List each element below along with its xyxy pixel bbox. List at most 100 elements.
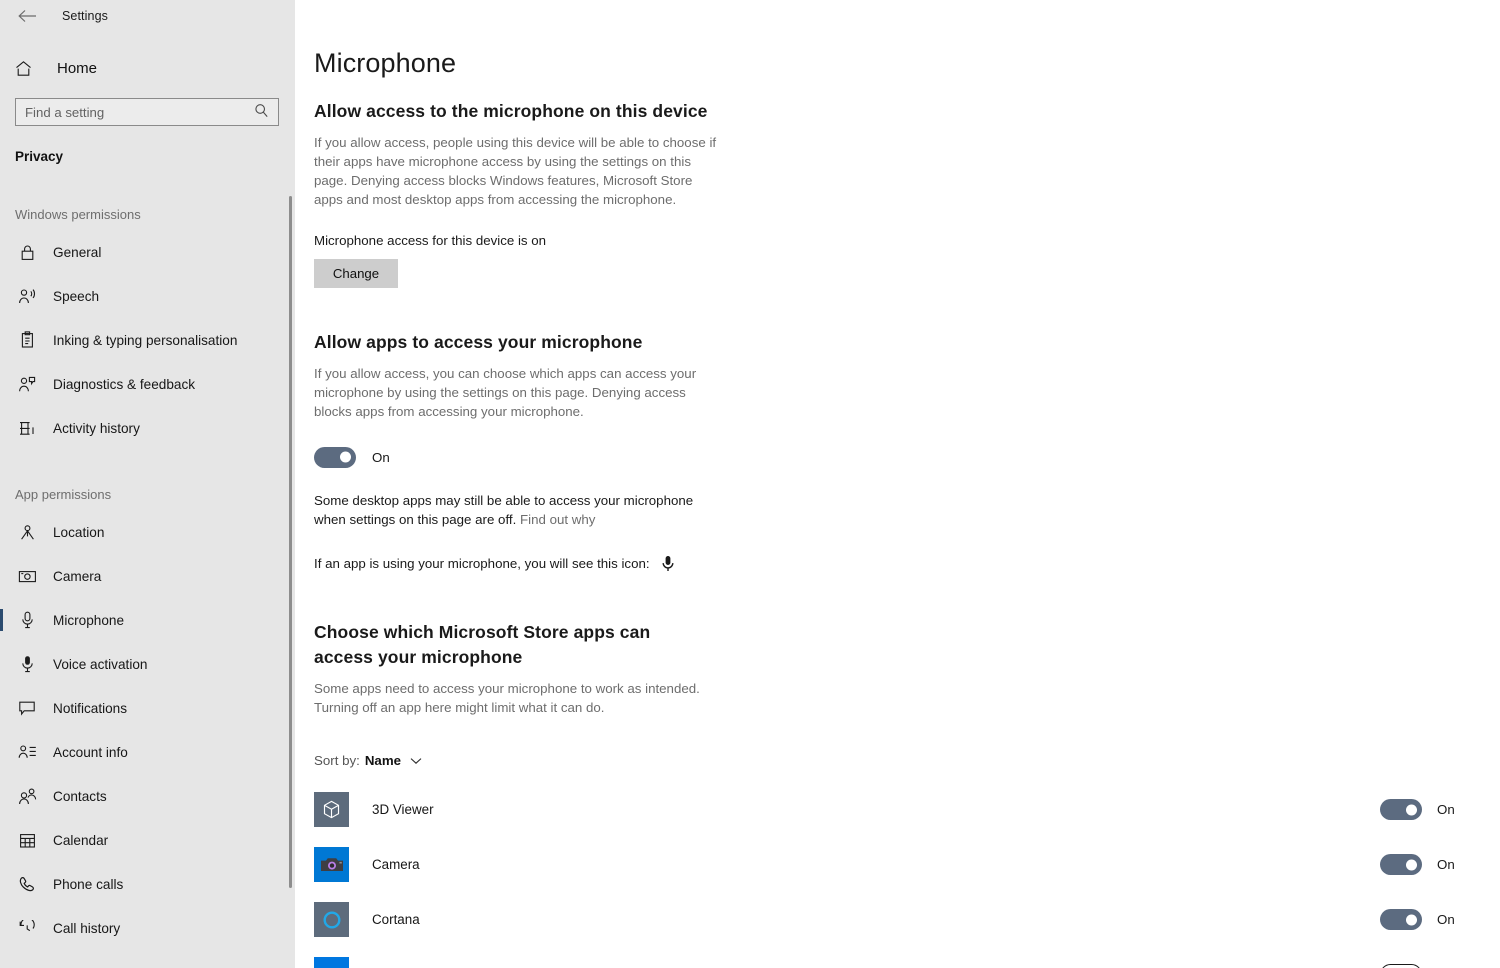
app-toggle-wrap: On	[1380, 854, 1500, 876]
app-name: Camera	[372, 857, 420, 873]
find-out-why-link[interactable]: Find out why	[520, 512, 595, 527]
sidebar-item-call-history-label: Call history	[53, 920, 121, 936]
toggle-knob	[1406, 859, 1417, 871]
search-container	[15, 98, 279, 126]
store-section-heading: Choose which Microsoft Store apps can ac…	[314, 621, 651, 667]
toggle-knob	[1406, 804, 1417, 816]
sidebar-group-header-windows-permissions: Windows permissions	[15, 207, 141, 222]
sidebar-item-calendar-label: Calendar	[53, 832, 109, 848]
sidebar-item-voice-activation-label: Voice activation	[53, 656, 148, 672]
app-toggle[interactable]	[1380, 909, 1422, 931]
sidebar-item-notifications-label: Notifications	[53, 700, 128, 716]
sidebar-item-microphone[interactable]: Microphone	[0, 598, 295, 642]
blue-square-icon	[314, 957, 349, 968]
sidebar-item-home-label: Home	[57, 59, 98, 77]
voice-activation-icon	[15, 653, 39, 675]
sidebar-item-speech-label: Speech	[53, 288, 100, 304]
sidebar-scrollbar[interactable]	[289, 196, 292, 888]
camera-icon	[15, 565, 39, 587]
apps-section-description: If you allow access, you can choose whic…	[314, 366, 697, 419]
sidebar-item-calendar[interactable]: Calendar	[0, 818, 295, 862]
device-access-status: Microphone access for this device is on	[314, 232, 547, 248]
sidebar-item-general-label: General	[53, 244, 102, 260]
speech-person-icon	[15, 285, 39, 307]
app-name: 3D Viewer	[372, 802, 434, 818]
home-icon	[15, 60, 45, 77]
sidebar-item-activity-history[interactable]: Activity history	[0, 406, 295, 450]
app-toggle-label: On	[1437, 912, 1455, 928]
list-item: Desktop App Web Viewer Off	[314, 947, 1500, 968]
location-pin-icon	[15, 521, 39, 543]
sidebar-category-title: Privacy	[15, 149, 64, 164]
main-content: Microphone Allow access to the microphon…	[295, 0, 1500, 968]
camera-app-icon	[314, 847, 349, 883]
microphone-icon	[15, 609, 39, 631]
search-input[interactable]	[15, 98, 279, 126]
sidebar-item-contacts-label: Contacts	[53, 788, 107, 804]
app-toggle-label: On	[1437, 802, 1455, 818]
sidebar-item-notifications[interactable]: Notifications	[0, 686, 295, 730]
sidebar-item-diagnostics-feedback[interactable]: Diagnostics & feedback	[0, 362, 295, 406]
in-use-icon-hint-text: If an app is using your microphone, you …	[314, 555, 650, 571]
chevron-down-icon	[410, 757, 422, 765]
sidebar-nav: Windows permissions General Speech Inkin…	[0, 200, 295, 950]
sidebar-item-speech[interactable]: Speech	[0, 274, 295, 318]
calendar-icon	[15, 829, 39, 851]
toggle-knob	[340, 451, 351, 463]
sort-by-value: Name	[364, 753, 402, 769]
sidebar-item-home[interactable]: Home	[0, 51, 295, 85]
app-name: Cortana	[372, 912, 420, 928]
list-item: 3D Viewer On	[314, 782, 1500, 837]
sort-by-label: Sort by:	[314, 753, 360, 769]
sidebar-item-call-history[interactable]: Call history	[0, 906, 295, 950]
activity-history-icon	[15, 417, 39, 439]
app-toggle-wrap: On	[1380, 799, 1500, 821]
sidebar-item-general[interactable]: General	[0, 230, 295, 274]
sidebar-item-location[interactable]: Location	[0, 510, 295, 554]
app-toggle[interactable]	[1380, 854, 1422, 876]
page-title: Microphone	[314, 48, 457, 78]
apps-access-toggle-label: On	[372, 449, 390, 465]
window-title: Settings	[62, 9, 108, 23]
app-toggle-wrap: On	[1380, 909, 1500, 931]
sidebar-item-inking-typing-label: Inking & typing personalisation	[53, 332, 238, 348]
in-use-icon-hint: If an app is using your microphone, you …	[314, 555, 1500, 572]
back-arrow-icon[interactable]	[10, 3, 44, 29]
cube-icon	[314, 792, 349, 828]
sidebar-item-camera[interactable]: Camera	[0, 554, 295, 598]
call-history-icon	[15, 917, 39, 939]
lock-icon	[15, 241, 39, 263]
sidebar-item-activity-history-label: Activity history	[53, 420, 140, 436]
account-info-icon	[15, 741, 39, 763]
apps-access-toggle[interactable]	[314, 446, 356, 468]
device-section-heading: Allow access to the microphone on this d…	[314, 101, 708, 121]
notification-bubble-icon	[15, 697, 39, 719]
sidebar-item-account-info[interactable]: Account info	[0, 730, 295, 774]
sort-by-dropdown[interactable]: Sort by: Name	[314, 753, 1500, 768]
sidebar-group-header-app-permissions: App permissions	[15, 487, 112, 502]
clipboard-pen-icon	[15, 329, 39, 351]
list-item: Camera On	[314, 837, 1500, 892]
toggle-knob	[1406, 914, 1417, 926]
sidebar-item-phone-calls[interactable]: Phone calls	[0, 862, 295, 906]
desktop-apps-note: Some desktop apps may still be able to a…	[314, 492, 714, 530]
sidebar-item-voice-activation[interactable]: Voice activation	[0, 642, 295, 686]
sidebar-item-location-label: Location	[53, 524, 105, 540]
sidebar-item-account-info-label: Account info	[53, 744, 128, 760]
sidebar-group-spacer	[0, 450, 295, 480]
sidebar-item-contacts[interactable]: Contacts	[0, 774, 295, 818]
app-toggle[interactable]	[1380, 964, 1422, 968]
app-toggle[interactable]	[1380, 799, 1422, 821]
change-button[interactable]: Change	[314, 258, 398, 288]
sidebar: Settings Home Privacy Windows perm	[0, 0, 295, 968]
contacts-icon	[15, 785, 39, 807]
person-feedback-icon	[15, 373, 39, 395]
sidebar-item-inking-typing[interactable]: Inking & typing personalisation	[0, 318, 295, 362]
app-toggle-wrap: Off	[1380, 964, 1500, 968]
sidebar-item-diagnostics-feedback-label: Diagnostics & feedback	[53, 376, 196, 392]
sidebar-item-microphone-label: Microphone	[53, 612, 125, 628]
settings-window: Settings Home Privacy Windows perm	[0, 0, 1500, 968]
device-section-description: If you allow access, people using this d…	[314, 135, 717, 207]
window-titlebar: Settings	[0, 0, 295, 32]
sidebar-item-camera-label: Camera	[53, 568, 102, 584]
